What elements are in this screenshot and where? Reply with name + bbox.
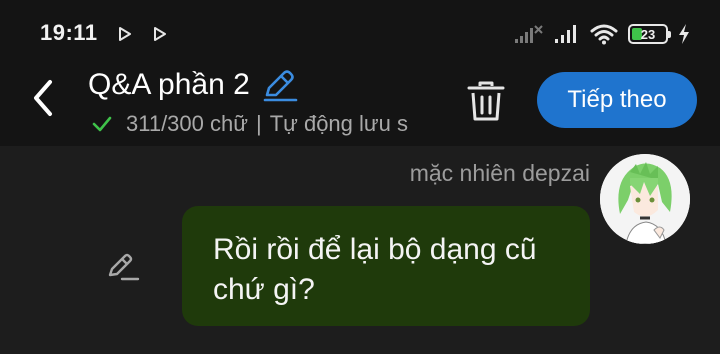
message-line-2: chứ gì? bbox=[213, 273, 315, 306]
status-time: 19:11 bbox=[40, 20, 98, 45]
document-title[interactable]: Q&A phần 2 bbox=[88, 68, 250, 102]
next-button[interactable]: Tiếp theo bbox=[537, 72, 697, 128]
autosave-status: Tự động lưu s bbox=[269, 111, 408, 136]
wifi-icon bbox=[590, 24, 618, 45]
edit-message-icon[interactable] bbox=[106, 251, 140, 283]
delete-button[interactable] bbox=[466, 80, 506, 122]
message-line-1: Rồi rồi để lại bộ dạng cũ bbox=[213, 233, 537, 266]
play-store-icon bbox=[154, 27, 166, 41]
word-count: 311/300 chữ bbox=[126, 111, 248, 136]
signal-x-icon bbox=[515, 25, 543, 43]
avatar[interactable] bbox=[600, 154, 690, 244]
check-icon bbox=[92, 116, 112, 132]
top-bar: 19:11 23 Q&A phần 2 311/300 chữ | Tự độn… bbox=[0, 0, 720, 146]
meta-separator: | bbox=[255, 111, 262, 136]
signal-icon bbox=[555, 25, 576, 43]
charging-icon bbox=[679, 24, 689, 44]
back-button[interactable] bbox=[24, 74, 64, 122]
message-bubble[interactable]: Rồi rồi để lại bộ dạng cũ chứ gì? bbox=[182, 206, 590, 326]
edit-title-icon[interactable] bbox=[262, 69, 298, 103]
play-store-icon bbox=[119, 27, 131, 41]
avatar-illustration bbox=[600, 154, 690, 244]
battery-level-text: 23 bbox=[640, 26, 656, 42]
battery-icon: 23 bbox=[628, 24, 671, 44]
status-icons: 23 bbox=[514, 20, 690, 48]
document-meta: 311/300 chữ | Tự động lưu s bbox=[90, 110, 434, 138]
author-name: mặc nhiên depzai bbox=[409, 160, 590, 186]
